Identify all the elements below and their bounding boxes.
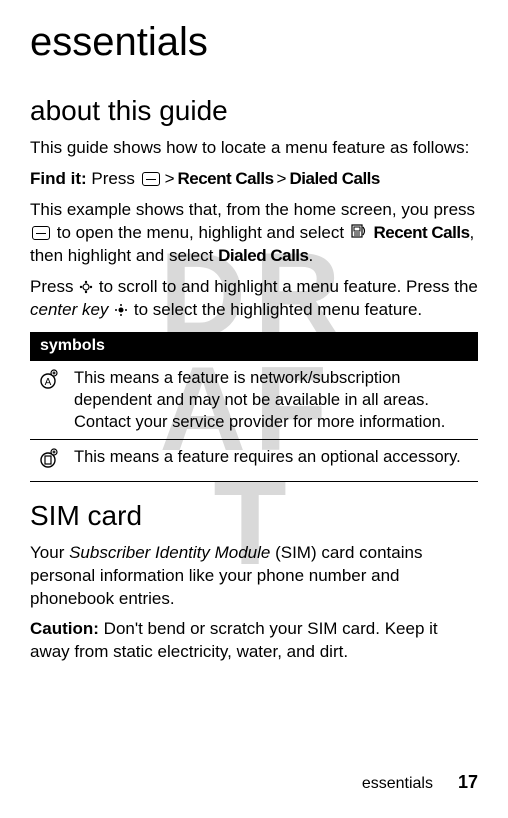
symbols-header: symbols <box>30 332 478 361</box>
page-title: essentials <box>30 20 478 65</box>
example-explanation: This example shows that, from the home s… <box>30 199 478 268</box>
text-fragment: to open the menu, highlight and select <box>52 223 349 242</box>
about-intro: This guide shows how to locate a menu fe… <box>30 137 478 160</box>
caution-label: Caution: <box>30 619 99 638</box>
text-fragment: Your <box>30 543 69 562</box>
center-key-term: center key <box>30 300 108 319</box>
page-content: essentials about this guide This guide s… <box>30 20 478 664</box>
network-symbol-icon: A <box>30 360 66 440</box>
breadcrumb-separator: > <box>165 169 175 188</box>
table-row: A This means a feature is network/subscr… <box>30 360 478 440</box>
recent-calls-icon <box>351 222 367 245</box>
sim-caution: Caution: Don't bend or scratch your SIM … <box>30 618 478 664</box>
recent-calls-label: Recent Calls <box>178 169 274 188</box>
menu-key-icon <box>32 226 50 240</box>
text-fragment: . <box>308 246 313 265</box>
recent-calls-label: Recent Calls <box>374 223 470 242</box>
find-it-line: Find it: Press >Recent Calls>Dialed Call… <box>30 168 478 191</box>
find-it-label: Find it: <box>30 169 87 188</box>
find-it-press: Press <box>87 169 140 188</box>
nav-key-icon <box>78 277 94 296</box>
text-fragment: to scroll to and highlight a menu featur… <box>94 277 478 296</box>
page-number: 17 <box>458 772 478 792</box>
table-row: This means a feature requires an optiona… <box>30 440 478 481</box>
svg-text:A: A <box>45 377 52 388</box>
sim-description: Your Subscriber Identity Module (SIM) ca… <box>30 542 478 611</box>
section-about-heading: about this guide <box>30 95 478 127</box>
dialed-calls-label: Dialed Calls <box>218 246 308 265</box>
accessory-symbol-text: This means a feature requires an optiona… <box>66 440 478 481</box>
text-fragment: to select the highlighted menu feature. <box>129 300 422 319</box>
menu-key-icon <box>142 172 160 186</box>
dialed-calls-label: Dialed Calls <box>289 169 379 188</box>
center-key-icon <box>113 300 129 319</box>
text-fragment: This example shows that, from the home s… <box>30 200 475 219</box>
accessory-symbol-icon <box>30 440 66 481</box>
symbols-table: symbols A This means a feature is networ… <box>30 332 478 482</box>
network-symbol-text: This means a feature is network/subscrip… <box>66 360 478 440</box>
page-footer: essentials 17 <box>362 772 478 793</box>
text-fragment: Press <box>30 277 78 296</box>
nav-instruction: Press to scroll to and highlight a menu … <box>30 276 478 322</box>
sim-full-name: Subscriber Identity Module <box>69 543 270 562</box>
section-sim-heading: SIM card <box>30 500 478 532</box>
footer-section-label: essentials <box>362 775 433 792</box>
breadcrumb-separator: > <box>277 169 287 188</box>
